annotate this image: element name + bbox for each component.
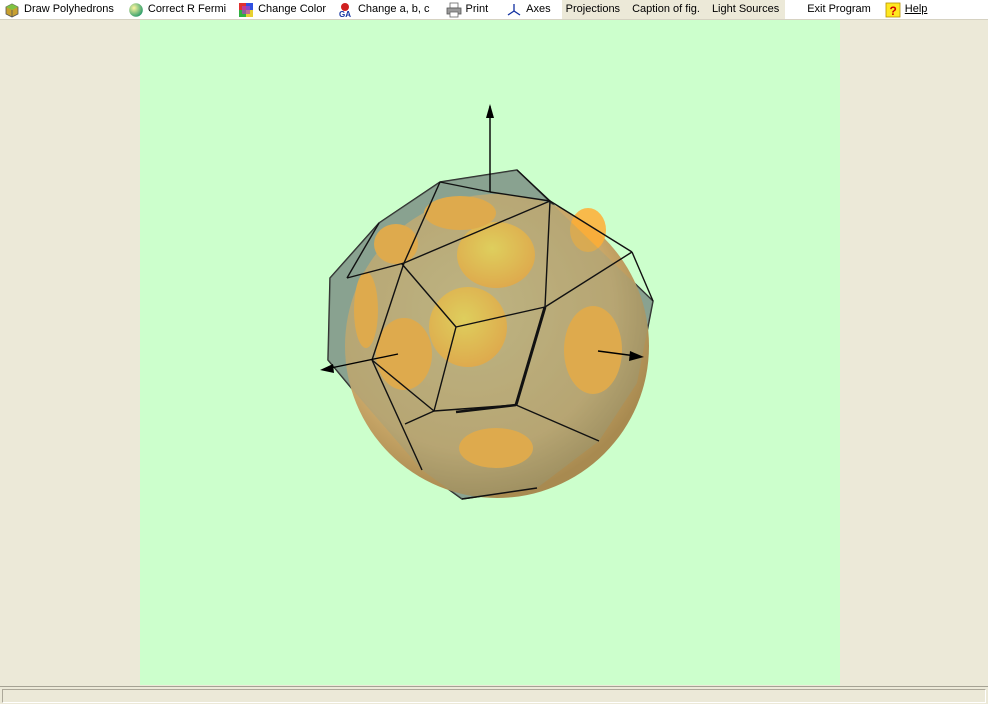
menu-color-label: Change Color: [258, 3, 326, 15]
menu-projections[interactable]: Projections: [561, 0, 625, 19]
menu-abc-label: Change a, b, c: [357, 3, 430, 15]
axis-z-arrowhead: [486, 104, 494, 118]
menu-change-abc[interactable]: GA Change a, b, c: [334, 0, 434, 19]
menu-projections-label: Projections: [565, 3, 621, 15]
svg-text:?: ?: [889, 4, 896, 18]
menu-exit-program[interactable]: Exit Program: [803, 0, 875, 19]
svg-text:GA: GA: [339, 10, 351, 18]
menu-change-color[interactable]: Change Color: [234, 0, 330, 19]
palette-icon: [239, 2, 254, 17]
menu-draw-label: Draw Polyhedrons: [24, 3, 114, 15]
polyhedron-icon: [5, 3, 19, 17]
menu-light-label: Light Sources: [711, 3, 780, 15]
status-panel: [2, 689, 986, 703]
render-canvas[interactable]: [140, 20, 840, 685]
menu-exit-label: Exit Program: [807, 3, 871, 15]
lattice-icon: GA: [339, 2, 351, 18]
polyhedron-viewport[interactable]: [140, 20, 840, 685]
menu-print[interactable]: Print: [442, 0, 493, 19]
menu-help[interactable]: ? Help: [881, 0, 932, 19]
help-icon: ?: [885, 2, 901, 18]
axes-icon: [507, 3, 521, 16]
menu-bar: Draw Polyhedrons Correct R Fermi Change …: [0, 0, 988, 20]
status-bar: [0, 686, 988, 704]
menu-light-sources[interactable]: Light Sources: [703, 0, 786, 19]
printer-icon: [446, 2, 461, 17]
app-window: Draw Polyhedrons Correct R Fermi Change …: [0, 0, 988, 704]
menu-correct-r-fermi[interactable]: Correct R Fermi: [124, 0, 230, 19]
menu-caption-label: Caption of fig.: [632, 3, 700, 15]
axis-x-arrowhead: [320, 364, 334, 373]
menu-help-label: Help: [904, 3, 928, 15]
sphere-icon: [129, 2, 143, 17]
menu-caption[interactable]: Caption of fig.: [624, 0, 704, 19]
menu-fermi-label: Correct R Fermi: [147, 3, 227, 15]
menu-axes[interactable]: Axes: [502, 0, 554, 19]
menu-draw-polyhedrons[interactable]: Draw Polyhedrons: [0, 0, 118, 19]
menu-axes-label: Axes: [526, 3, 551, 15]
menu-print-label: Print: [465, 3, 489, 15]
